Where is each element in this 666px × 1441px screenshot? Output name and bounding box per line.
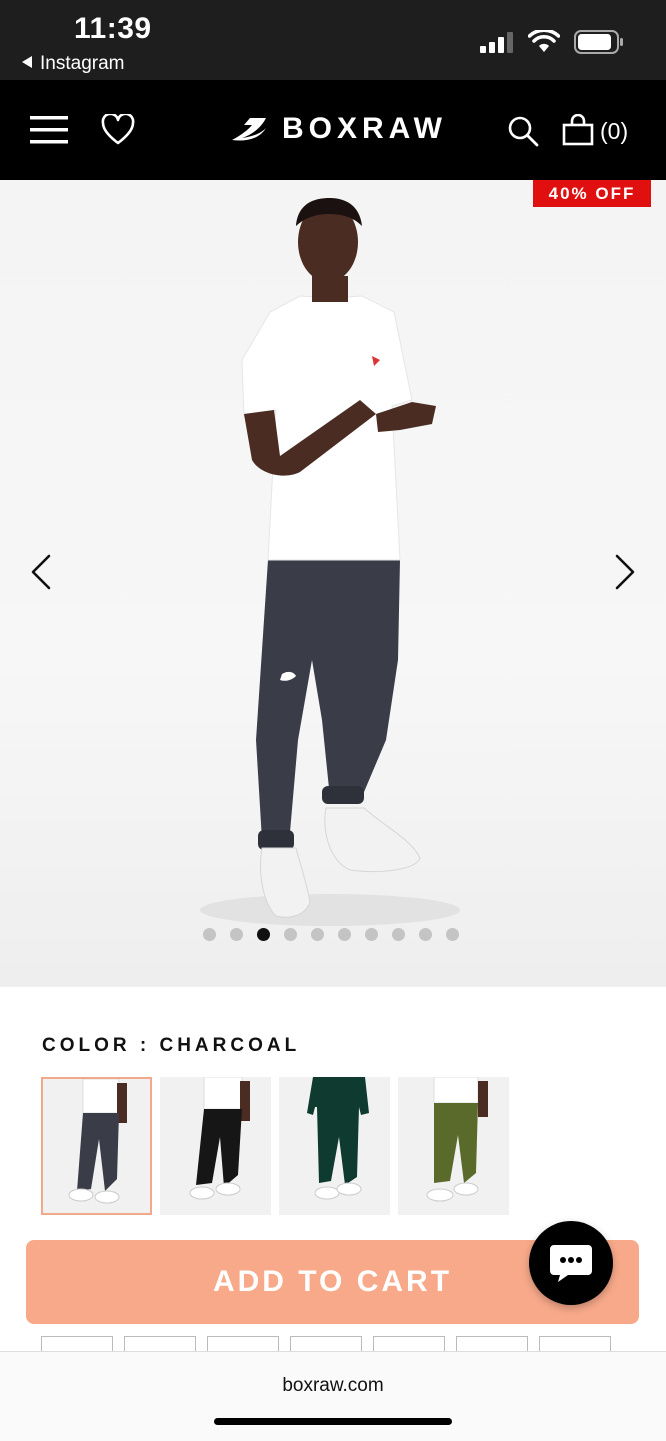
gallery-dot[interactable]: [419, 928, 432, 941]
home-indicator[interactable]: [214, 1418, 452, 1425]
gallery-dot-active[interactable]: [257, 928, 270, 941]
gallery-dot[interactable]: [446, 928, 459, 941]
color-selection-label: COLOR : CHARCOAL: [42, 1035, 301, 1056]
color-swatches: [41, 1077, 509, 1215]
chat-bubble-icon: [550, 1245, 592, 1282]
gallery-dot[interactable]: [230, 928, 243, 941]
cart-count[interactable]: (0): [600, 118, 628, 145]
gallery-dot[interactable]: [392, 928, 405, 941]
url-text[interactable]: boxraw.com: [0, 1375, 666, 1397]
color-swatch-olive[interactable]: [398, 1077, 509, 1215]
search-icon[interactable]: [507, 115, 539, 147]
color-swatch-charcoal[interactable]: [41, 1077, 152, 1215]
discount-badge: 40% OFF: [533, 180, 651, 207]
site-header: BOXRAW (0): [0, 80, 666, 180]
gallery-dot[interactable]: [284, 928, 297, 941]
swatch-image: [307, 1077, 369, 1200]
back-triangle-icon: [22, 55, 32, 68]
bag-icon[interactable]: [562, 114, 594, 146]
gallery-dot[interactable]: [311, 928, 324, 941]
boxraw-logo-icon: [232, 118, 266, 141]
color-swatch-green[interactable]: [279, 1077, 390, 1215]
color-swatch-black[interactable]: [160, 1077, 271, 1215]
swatch-image: [189, 1077, 250, 1200]
system-icons: [480, 30, 624, 54]
battery-icon: [574, 30, 623, 54]
heart-icon[interactable]: [101, 114, 135, 146]
menu-icon[interactable]: [30, 116, 68, 144]
clock: 11:39: [74, 12, 152, 45]
brand-name: BOXRAW: [282, 112, 447, 145]
browser-address-bar: boxraw.com: [0, 1351, 666, 1441]
chat-widget-button[interactable]: [529, 1221, 613, 1305]
status-bar: 11:39 Instagram: [0, 0, 666, 80]
swatch-image: [426, 1077, 488, 1202]
back-to-app-link[interactable]: Instagram: [22, 53, 124, 75]
wifi-icon: [528, 30, 560, 52]
previous-image-arrow-icon[interactable]: [27, 552, 57, 592]
back-app-label: Instagram: [40, 53, 125, 74]
brand-logo[interactable]: BOXRAW: [230, 112, 447, 146]
swatch-image: [68, 1079, 127, 1204]
gallery-dot[interactable]: [365, 928, 378, 941]
product-photo-model: [200, 198, 460, 926]
gallery-pagination: [203, 928, 459, 941]
next-image-arrow-icon[interactable]: [609, 552, 639, 592]
gallery-dot[interactable]: [338, 928, 351, 941]
product-image-gallery[interactable]: 40% OFF: [0, 180, 666, 987]
signal-icon: [480, 32, 513, 53]
gallery-dot[interactable]: [203, 928, 216, 941]
